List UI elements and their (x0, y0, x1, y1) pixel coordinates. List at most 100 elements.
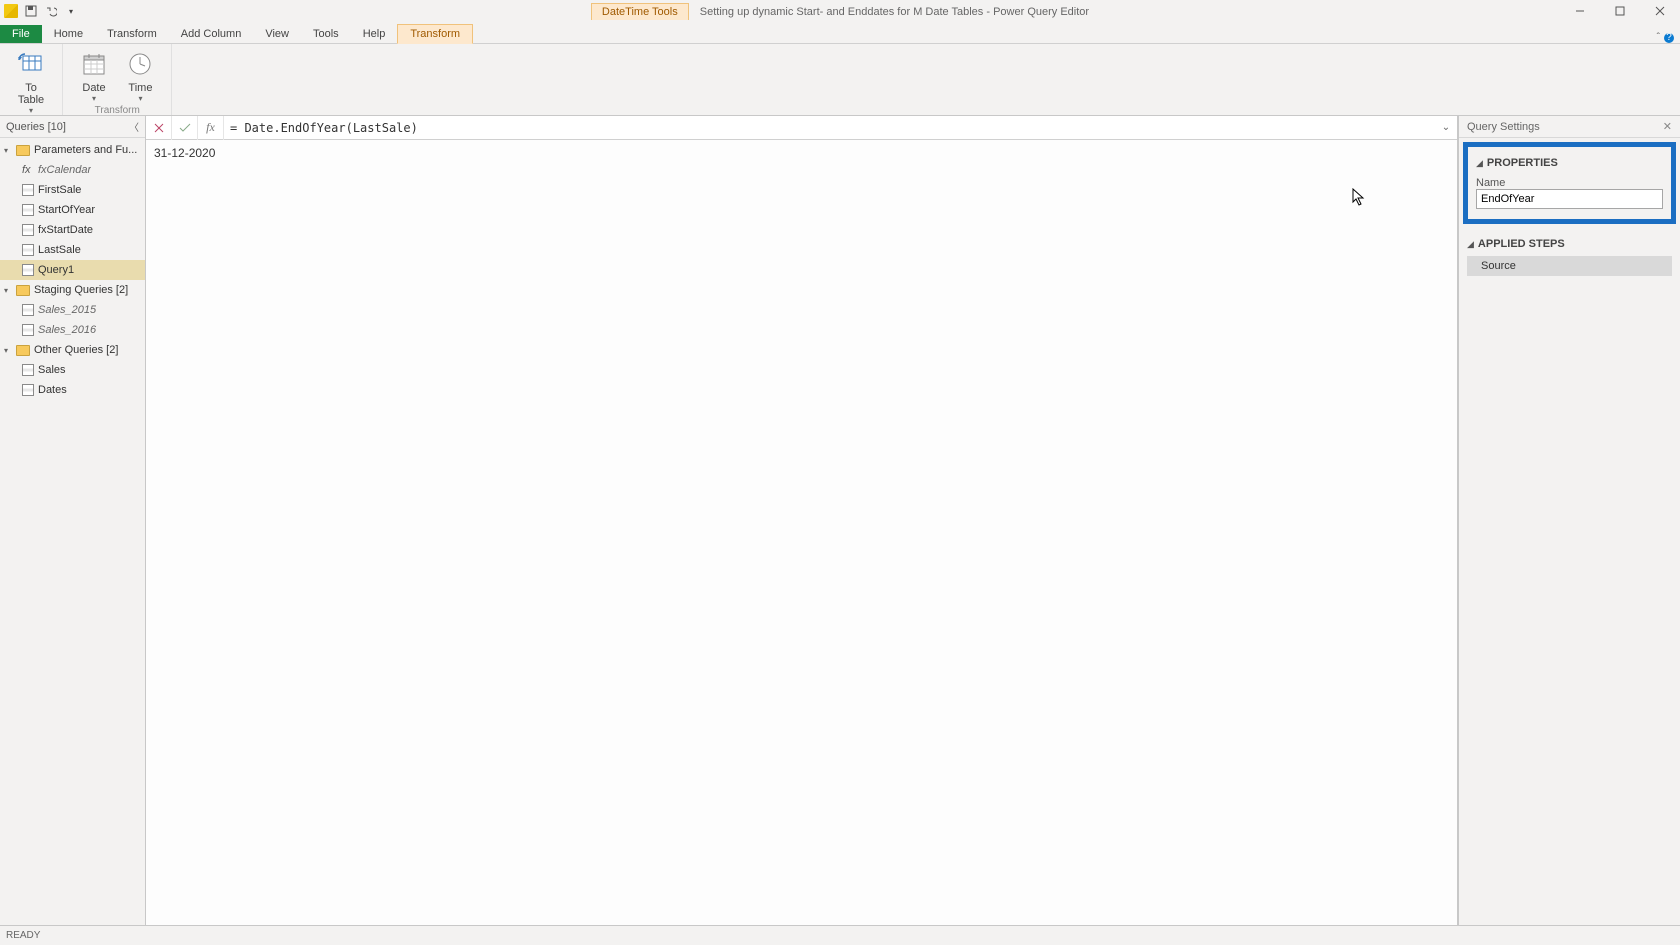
tab-view[interactable]: View (253, 25, 301, 43)
calendar-icon (78, 48, 110, 80)
queries-group[interactable]: Parameters and Fu... (0, 140, 145, 160)
folder-icon (16, 345, 30, 356)
query-label: Query1 (38, 264, 74, 276)
close-button[interactable] (1640, 0, 1680, 22)
properties-caret-icon[interactable]: ◢ (1476, 158, 1483, 168)
contextual-tab-label[interactable]: DateTime Tools (591, 3, 689, 20)
query-label: Sales (38, 364, 66, 376)
query-settings-title: Query Settings (1467, 121, 1540, 133)
properties-heading: PROPERTIES (1487, 157, 1558, 169)
query-name-input[interactable] (1476, 189, 1663, 209)
folder-icon (16, 285, 30, 296)
table-icon (22, 244, 34, 256)
query-label: LastSale (38, 244, 81, 256)
preview-value: 31-12-2020 (154, 146, 215, 160)
tab-help[interactable]: Help (351, 25, 398, 43)
title-bar: ▾ DateTime Tools Setting up dynamic Star… (0, 0, 1680, 22)
queries-pane-title: Queries [10] (6, 121, 66, 133)
applied-steps-section: ◢ APPLIED STEPS Source (1459, 234, 1680, 276)
properties-section: ◢ PROPERTIES Name (1463, 142, 1676, 224)
time-label: Time (119, 82, 161, 94)
group-label: Other Queries [2] (34, 344, 118, 356)
app-icon (4, 4, 18, 18)
table-icon (22, 384, 34, 396)
cancel-formula-button[interactable] (146, 116, 172, 140)
table-icon (22, 264, 34, 276)
tab-tools[interactable]: Tools (301, 25, 351, 43)
applied-steps-list[interactable]: Source (1467, 256, 1672, 276)
queries-group[interactable]: Other Queries [2] (0, 340, 145, 360)
function-icon: fx (22, 164, 34, 176)
close-settings-icon[interactable]: ✕ (1663, 120, 1672, 133)
query-label: Dates (38, 384, 67, 396)
table-icon (22, 184, 34, 196)
status-text: READY (6, 930, 40, 941)
queries-group[interactable]: Staging Queries [2] (0, 280, 145, 300)
query-settings-pane: Query Settings ✕ ◢ PROPERTIES Name ◢ APPLI… (1458, 116, 1680, 925)
tab-context-transform[interactable]: Transform (397, 24, 473, 44)
undo-icon[interactable] (44, 4, 58, 18)
ribbon: To Table ▾ Convert Date ▾ (0, 44, 1680, 116)
fx-icon[interactable]: fx (198, 116, 224, 140)
query-item[interactable]: Dates (0, 380, 145, 400)
table-icon (22, 204, 34, 216)
table-icon (22, 304, 34, 316)
preview-area: fx ⌄ 31-12-2020 (146, 116, 1458, 925)
name-label: Name (1476, 177, 1663, 189)
to-table-label: To Table (10, 82, 52, 106)
collapse-queries-icon[interactable]: 〈 (129, 119, 139, 134)
query-label: fxStartDate (38, 224, 93, 236)
formula-dropdown-icon[interactable]: ⌄ (1435, 122, 1457, 133)
tab-transform[interactable]: Transform (95, 25, 169, 43)
applied-steps-heading: APPLIED STEPS (1478, 238, 1565, 250)
query-label: FirstSale (38, 184, 81, 196)
ribbon-tabs: File Home Transform Add Column View Tool… (0, 22, 1680, 44)
queries-pane: Queries [10] 〈 Parameters and Fu...fxfxC… (0, 116, 146, 925)
query-item[interactable]: Sales (0, 360, 145, 380)
query-item[interactable]: fxStartDate (0, 220, 145, 240)
query-item[interactable]: Query1 (0, 260, 145, 280)
tab-add-column[interactable]: Add Column (169, 25, 254, 43)
window-title: Setting up dynamic Start- and Enddates f… (700, 6, 1089, 18)
to-table-button[interactable]: To Table ▾ (10, 48, 52, 115)
commit-formula-button[interactable] (172, 116, 198, 140)
ribbon-group-transform: Date ▾ Time ▾ Transform (63, 44, 172, 115)
applied-step[interactable]: Source (1467, 256, 1672, 276)
table-icon (22, 364, 34, 376)
data-preview: 31-12-2020 (146, 140, 1457, 925)
tab-home[interactable]: Home (42, 25, 95, 43)
formula-bar: fx ⌄ (146, 116, 1457, 140)
applied-caret-icon[interactable]: ◢ (1467, 239, 1474, 249)
query-label: Sales_2015 (38, 304, 96, 316)
query-label: fxCalendar (38, 164, 91, 176)
clock-icon (124, 48, 156, 80)
help-icon[interactable]: ? (1664, 33, 1674, 43)
query-item[interactable]: Sales_2016 (0, 320, 145, 340)
qat-dropdown-icon[interactable]: ▾ (64, 4, 78, 18)
ribbon-collapse-icon[interactable]: ˆ (1657, 32, 1660, 43)
time-button[interactable]: Time ▾ (119, 48, 161, 103)
group-label: Parameters and Fu... (34, 144, 137, 156)
date-label: Date (73, 82, 115, 94)
query-item[interactable]: StartOfYear (0, 200, 145, 220)
query-label: Sales_2016 (38, 324, 96, 336)
query-label: StartOfYear (38, 204, 95, 216)
group-label-transform: Transform (73, 105, 161, 116)
date-button[interactable]: Date ▾ (73, 48, 115, 103)
to-table-icon (15, 48, 47, 80)
table-icon (22, 224, 34, 236)
save-icon[interactable] (24, 4, 38, 18)
ribbon-group-convert: To Table ▾ Convert (0, 44, 63, 115)
mouse-cursor-icon (1352, 188, 1366, 206)
query-item[interactable]: fx fxCalendar (0, 160, 145, 180)
maximize-button[interactable] (1600, 0, 1640, 22)
query-item[interactable]: Sales_2015 (0, 300, 145, 320)
queries-tree[interactable]: Parameters and Fu...fx fxCalendar FirstSal… (0, 138, 145, 400)
query-item[interactable]: LastSale (0, 240, 145, 260)
status-bar: READY (0, 925, 1680, 945)
formula-input[interactable] (224, 121, 1435, 135)
minimize-button[interactable] (1560, 0, 1600, 22)
tab-file[interactable]: File (0, 25, 42, 43)
query-item[interactable]: FirstSale (0, 180, 145, 200)
folder-icon (16, 145, 30, 156)
